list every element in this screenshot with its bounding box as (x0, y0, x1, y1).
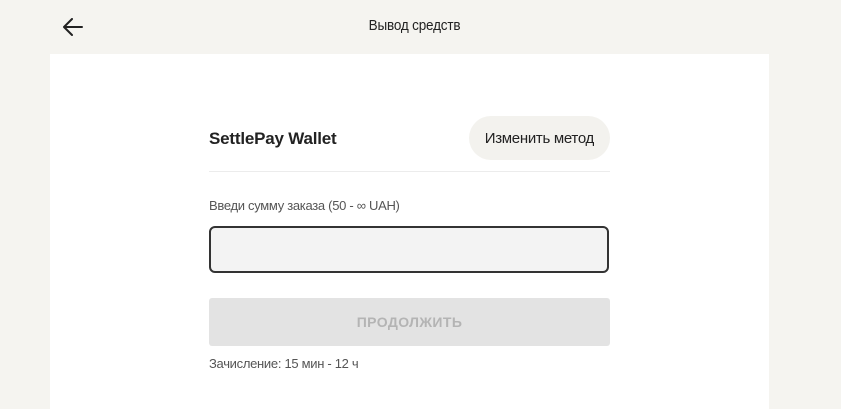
credit-time-note: Зачисление: 15 мин - 12 ч (209, 356, 359, 371)
withdraw-card: SettlePay Wallet Изменить метод Введи су… (50, 54, 769, 409)
change-method-button[interactable]: Изменить метод (468, 116, 610, 160)
payment-method-row: SettlePay Wallet Изменить метод (209, 116, 610, 172)
header-bar: Вывод средств (0, 0, 841, 54)
amount-input[interactable] (209, 226, 609, 273)
payment-method-name: SettlePay Wallet (209, 129, 337, 148)
page-title: Вывод средств (368, 17, 461, 34)
continue-button[interactable]: ПРОДОЛЖИТЬ (209, 298, 610, 346)
amount-label: Введи сумму заказа (50 - ∞ UAH) (209, 198, 400, 213)
